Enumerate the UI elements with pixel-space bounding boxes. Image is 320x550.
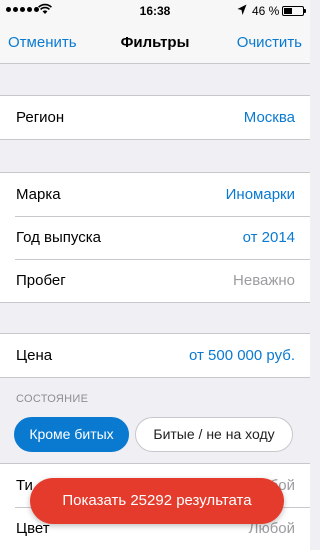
- car-group: Марка Иномарки Год выпуска от 2014 Пробе…: [0, 172, 310, 303]
- price-group: Цена от 500 000 руб.: [0, 333, 310, 378]
- brand-label: Марка: [16, 186, 61, 203]
- battery-icon: [282, 6, 306, 16]
- clear-button[interactable]: Очистить: [237, 34, 302, 51]
- nav-bar: Отменить Фильтры Очистить: [0, 22, 310, 64]
- chip-damaged[interactable]: Битые / не на ходу: [135, 417, 293, 452]
- condition-section-header: СОСТОЯНИЕ: [16, 393, 89, 405]
- status-bar: 16:38 46 %: [0, 0, 310, 22]
- battery-percent: 46 %: [252, 4, 280, 18]
- chip-not-damaged[interactable]: Кроме битых: [14, 417, 129, 452]
- price-label: Цена: [16, 347, 53, 364]
- show-results-button[interactable]: Показать 25292 результата: [30, 478, 284, 524]
- region-label: Регион: [16, 109, 65, 126]
- year-row[interactable]: Год выпуска от 2014: [0, 216, 310, 259]
- brand-row[interactable]: Марка Иномарки: [0, 173, 310, 216]
- region-row[interactable]: Регион Москва: [0, 96, 310, 139]
- price-value: от 500 000 руб.: [188, 347, 295, 364]
- type-label: Ти: [16, 477, 33, 494]
- price-row[interactable]: Цена от 500 000 руб.: [0, 334, 310, 377]
- region-group: Регион Москва: [0, 95, 310, 140]
- mileage-label: Пробег: [16, 272, 66, 289]
- condition-chips: Кроме битых Битые / не на ходу: [0, 408, 310, 463]
- location-arrow-icon: [237, 4, 247, 15]
- year-value: от 2014: [242, 229, 295, 246]
- year-label: Год выпуска: [16, 229, 101, 246]
- mileage-value: Неважно: [233, 272, 295, 289]
- region-value: Москва: [243, 109, 295, 126]
- mileage-row[interactable]: Пробег Неважно: [0, 259, 310, 302]
- brand-value: Иномарки: [225, 186, 295, 203]
